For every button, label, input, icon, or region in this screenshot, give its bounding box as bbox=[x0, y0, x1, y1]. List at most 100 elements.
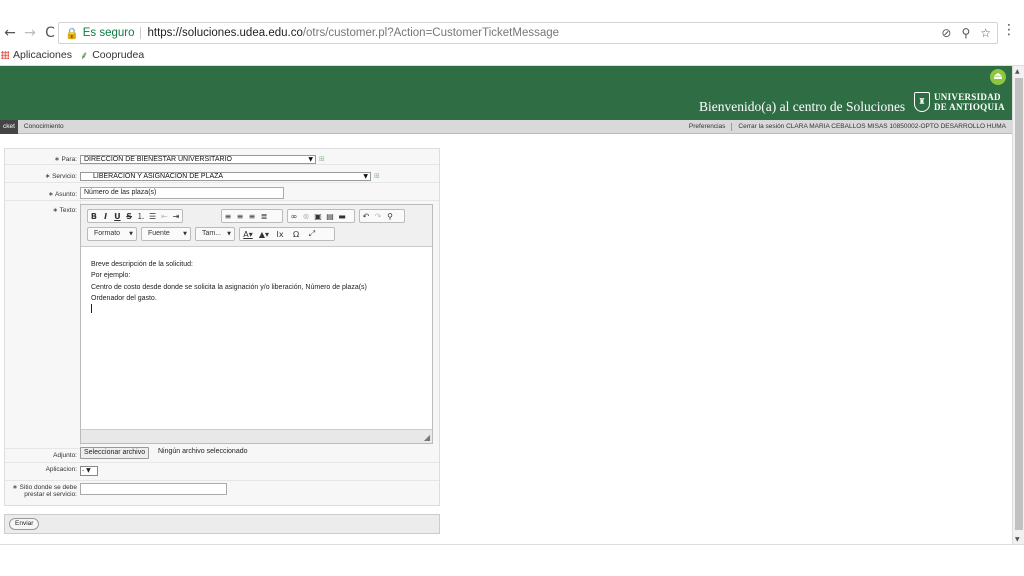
sitio-input[interactable] bbox=[80, 483, 227, 495]
strikethrough-icon[interactable]: S bbox=[123, 212, 135, 221]
indent-icon[interactable]: ⇥ bbox=[170, 212, 182, 221]
underline-icon[interactable]: U bbox=[112, 212, 124, 221]
logout-icon[interactable]: ⏏ bbox=[990, 69, 1006, 85]
asunto-label: ∗ Asunto: bbox=[48, 191, 77, 198]
font-dropdown[interactable]: Fuente ▼ bbox=[141, 227, 191, 241]
aplicacion-select[interactable]: - ▼ bbox=[80, 466, 98, 476]
logout-link[interactable]: Cerrar la sesión CLARA MARIA CEBALLOS MI… bbox=[738, 120, 1006, 134]
editor-line: Por ejemplo: bbox=[91, 272, 131, 280]
app-toolbar: cket Conocimiento Preferencias Cerrar la… bbox=[0, 119, 1012, 134]
numbered-list-icon[interactable]: ⒈ bbox=[135, 211, 147, 222]
align-center-icon[interactable]: ≡ bbox=[234, 212, 246, 221]
submit-button[interactable]: Enviar bbox=[9, 518, 40, 530]
para-selected-value: DIRECCION DE BIENESTAR UNIVERSITARIO bbox=[84, 156, 232, 163]
university-logo: ♜ UNIVERSIDAD DE ANTIOQUIA bbox=[914, 92, 1005, 112]
address-bar[interactable]: 🔒 Es seguro https://soluciones.udea.edu.… bbox=[58, 22, 998, 44]
window-bottom-divider bbox=[0, 544, 1024, 545]
block-icon[interactable]: ⊘ bbox=[941, 26, 951, 40]
texto-label: ∗ Texto: bbox=[52, 207, 77, 214]
lock-icon: 🔒 bbox=[65, 26, 79, 40]
omnibox-icons: ⊘ ⚲ ☆ bbox=[941, 26, 991, 40]
leaf-icon: ⸙ bbox=[79, 49, 89, 62]
university-name: UNIVERSIDAD DE ANTIOQUIA bbox=[934, 92, 1005, 112]
scroll-down-icon[interactable]: ▼ bbox=[1015, 536, 1020, 543]
page-scrollbar[interactable]: ▲ ▼ bbox=[1012, 66, 1024, 544]
maximize-icon[interactable]: ⤢ bbox=[304, 229, 320, 239]
apps-icon bbox=[1, 51, 9, 59]
no-file-text: Ningún archivo seleccionado bbox=[158, 448, 248, 455]
back-button[interactable]: ← bbox=[0, 25, 20, 41]
clear-format-icon[interactable]: Ix bbox=[272, 230, 288, 239]
toolbar-right: Preferencias Cerrar la sesión CLARA MARI… bbox=[689, 120, 1006, 134]
editor-content[interactable]: Breve descripción de la solicitud: Por e… bbox=[91, 259, 367, 317]
image-icon[interactable]: ▣ bbox=[312, 212, 324, 221]
url-host: https://soluciones.udea.edu.co bbox=[147, 27, 303, 39]
welcome-text: Bienvenido(a) al centro de Soluciones bbox=[699, 99, 906, 114]
resize-handle-icon[interactable]: ◢ bbox=[424, 433, 430, 442]
align-left-icon[interactable]: ≡ bbox=[222, 212, 234, 221]
outdent-icon[interactable]: ⇤ bbox=[159, 212, 171, 221]
find-icon[interactable]: ⚲ bbox=[384, 212, 396, 221]
format-dropdown[interactable]: Formato ▼ bbox=[87, 227, 137, 241]
submit-bar: Enviar bbox=[4, 514, 440, 534]
scroll-up-icon[interactable]: ▲ bbox=[1015, 68, 1020, 75]
bulleted-list-icon[interactable]: ☰ bbox=[147, 212, 159, 221]
editor-statusbar: ◢ bbox=[81, 429, 432, 443]
format-buttons: B I U S ⒈ ☰ ⇤ ⇥ bbox=[87, 209, 183, 223]
table-icon[interactable]: ▤ bbox=[324, 212, 336, 221]
url-path: /otrs/customer.pl?Action=CustomerTicketM… bbox=[302, 27, 560, 39]
link-icon[interactable]: ∞ bbox=[288, 212, 300, 221]
style-buttons: A▾ ▲▾ Ix Ω ⤢ bbox=[239, 227, 335, 241]
history-buttons: ↶ ↷ ⚲ bbox=[359, 209, 405, 223]
background-color-icon[interactable]: ▲▾ bbox=[256, 230, 272, 239]
bold-icon[interactable]: B bbox=[88, 212, 100, 221]
reload-button[interactable]: C bbox=[40, 25, 60, 41]
editor-line: Breve descripción de la solicitud: bbox=[91, 261, 193, 268]
bookmark-apps[interactable]: Aplicaciones bbox=[0, 49, 72, 61]
adjunto-label: Adjunto: bbox=[53, 452, 77, 459]
editor-line: Centro de costo desde donde se solicita … bbox=[91, 283, 367, 291]
bookmark-label: Aplicaciones bbox=[13, 49, 72, 61]
browser-navbar: ← → C 🔒 Es seguro https://soluciones.ude… bbox=[0, 20, 1024, 46]
editor-toolbar: B I U S ⒈ ☰ ⇤ ⇥ ≡ ≡ ≡ ≣ ∞ ⊗ ▣ ▤ ▬ ↶ ↷ ⚲ … bbox=[81, 205, 432, 247]
para-select[interactable]: DIRECCION DE BIENESTAR UNIVERSITARIO ▼ bbox=[80, 155, 316, 164]
redo-icon[interactable]: ↷ bbox=[372, 212, 384, 221]
align-buttons: ≡ ≡ ≡ ≣ bbox=[221, 209, 283, 223]
size-dropdown[interactable]: Tam... ▼ bbox=[195, 227, 235, 241]
university-line-1: UNIVERSIDAD bbox=[934, 92, 1001, 102]
choose-file-button[interactable]: Seleccionar archivo bbox=[80, 447, 150, 459]
format-dropdown-label: Formato bbox=[94, 230, 121, 237]
unlink-icon[interactable]: ⊗ bbox=[300, 212, 312, 221]
star-icon[interactable]: ☆ bbox=[980, 26, 991, 40]
special-char-icon[interactable]: Ω bbox=[288, 230, 304, 239]
insert-buttons: ∞ ⊗ ▣ ▤ ▬ bbox=[287, 209, 355, 223]
para-label: ∗ Para: bbox=[54, 156, 77, 163]
tab-ticket[interactable]: cket bbox=[0, 119, 18, 134]
asunto-input[interactable]: Número de las plaza(s) bbox=[80, 187, 284, 199]
tab-conocimiento[interactable]: Conocimiento bbox=[18, 123, 70, 130]
justify-icon[interactable]: ≣ bbox=[258, 212, 270, 221]
servicio-label: ∗ Servicio: bbox=[44, 173, 77, 180]
scrollbar-thumb[interactable] bbox=[1015, 78, 1023, 530]
servicio-select[interactable]: LIBERACION Y ASIGNACION DE PLAZA ▼ bbox=[80, 172, 371, 181]
university-line-2: DE ANTIOQUIA bbox=[934, 102, 1005, 112]
forward-button[interactable]: → bbox=[20, 25, 40, 41]
tree-select-icon[interactable]: ⊞ bbox=[319, 155, 327, 163]
bookmarks-bar: Aplicaciones ⸙ Cooprudea bbox=[0, 46, 144, 64]
caret-down-icon: ▼ bbox=[227, 231, 231, 237]
italic-icon[interactable]: I bbox=[100, 212, 112, 221]
dropdown-arrow-icon: ▼ bbox=[363, 173, 368, 180]
preferences-link[interactable]: Preferencias bbox=[689, 120, 726, 134]
align-right-icon[interactable]: ≡ bbox=[246, 212, 258, 221]
sitio-label-line-1: ∗ Sitio donde se debe bbox=[12, 484, 77, 491]
browser-menu-icon[interactable]: ⋮ bbox=[1002, 22, 1016, 38]
toolbar-divider bbox=[731, 123, 733, 131]
browser-chrome: ← → C 🔒 Es seguro https://soluciones.ude… bbox=[0, 0, 1024, 66]
horizontal-rule-icon[interactable]: ▬ bbox=[336, 212, 348, 221]
undo-icon[interactable]: ↶ bbox=[360, 212, 372, 221]
bookmark-cooprudea[interactable]: ⸙ Cooprudea bbox=[80, 48, 144, 63]
text-color-icon[interactable]: A▾ bbox=[240, 230, 256, 239]
text-cursor bbox=[91, 304, 367, 317]
tree-select-icon[interactable]: ⊞ bbox=[374, 172, 382, 180]
zoom-icon[interactable]: ⚲ bbox=[961, 26, 970, 40]
